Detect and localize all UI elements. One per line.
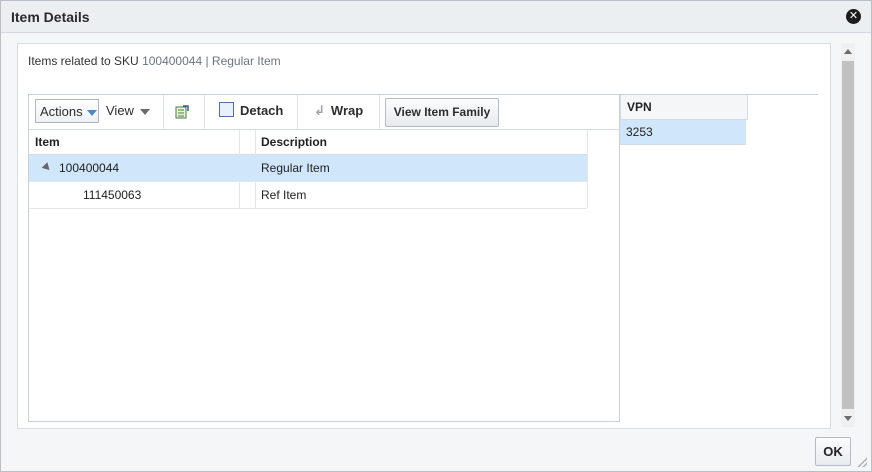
toolbar-divider bbox=[379, 95, 380, 129]
wrap-label: Wrap bbox=[330, 103, 364, 118]
view-item-family-button[interactable]: View Item Family bbox=[385, 98, 499, 127]
ok-button[interactable]: OK bbox=[815, 437, 851, 466]
dialog-title: Item Details bbox=[11, 9, 90, 25]
vpn-cell[interactable]: 3253 bbox=[620, 120, 746, 145]
scroll-up-icon[interactable] bbox=[844, 49, 852, 54]
collapse-triangle-icon[interactable] bbox=[41, 162, 53, 173]
item-table-panel: Actions View Detach ↲ Wrap View Item Fam… bbox=[28, 94, 620, 422]
column-header-description[interactable]: Description bbox=[261, 130, 327, 154]
actions-menu-button[interactable]: Actions bbox=[35, 99, 99, 123]
detach-button[interactable]: Detach bbox=[219, 99, 283, 123]
item-cell: 111450063 bbox=[83, 188, 142, 202]
chevron-down-icon bbox=[86, 109, 97, 116]
column-header-vpn[interactable]: VPN bbox=[620, 95, 748, 120]
related-sku-value: 100400044 | Regular Item bbox=[142, 54, 281, 68]
actions-label: Actions bbox=[40, 104, 83, 119]
wrap-button[interactable]: ↲ Wrap bbox=[314, 99, 363, 123]
scrollbar-thumb[interactable] bbox=[842, 61, 854, 409]
vpn-header-label: VPN bbox=[627, 100, 652, 114]
export-to-excel-icon[interactable] bbox=[175, 105, 189, 119]
item-details-dialog: Item Details ✕ Items related to SKU 1004… bbox=[0, 0, 872, 472]
vpn-value: 3253 bbox=[626, 125, 653, 139]
view-menu-button[interactable]: View bbox=[106, 99, 150, 123]
dialog-titlebar[interactable]: Item Details ✕ bbox=[1, 1, 871, 33]
toolbar-divider bbox=[163, 95, 164, 129]
detach-label: Detach bbox=[240, 103, 284, 118]
chevron-down-icon bbox=[139, 108, 150, 115]
view-label: View bbox=[106, 103, 134, 118]
description-cell: Ref Item bbox=[261, 188, 307, 202]
item-cell: 100400044 bbox=[41, 155, 120, 181]
toolbar-divider bbox=[297, 95, 298, 129]
table-toolbar: Actions View Detach ↲ Wrap View Item Fam… bbox=[29, 95, 619, 130]
column-header-item[interactable]: Item bbox=[35, 130, 60, 154]
vpn-panel: VPN 3253 bbox=[620, 94, 818, 421]
scroll-down-icon[interactable] bbox=[844, 416, 852, 421]
column-divider bbox=[587, 130, 588, 208]
item-value: 100400044 bbox=[59, 161, 120, 175]
close-icon[interactable]: ✕ bbox=[846, 9, 861, 24]
table-row[interactable]: 100400044 Regular Item bbox=[29, 155, 587, 182]
related-sku-label: Items related to SKU 100400044 | Regular… bbox=[28, 54, 281, 68]
related-prefix: Items related to SKU bbox=[28, 54, 139, 68]
dialog-content: Items related to SKU 100400044 | Regular… bbox=[17, 43, 831, 429]
detach-icon bbox=[219, 102, 234, 117]
toolbar-divider bbox=[204, 95, 205, 129]
description-cell: Regular Item bbox=[261, 161, 330, 175]
vertical-scrollbar[interactable] bbox=[841, 43, 855, 427]
table-row[interactable]: 111450063 Ref Item bbox=[29, 182, 587, 209]
resize-grip-icon[interactable] bbox=[857, 457, 867, 467]
wrap-icon: ↲ bbox=[314, 103, 325, 118]
table-header: Item Description bbox=[29, 130, 587, 155]
